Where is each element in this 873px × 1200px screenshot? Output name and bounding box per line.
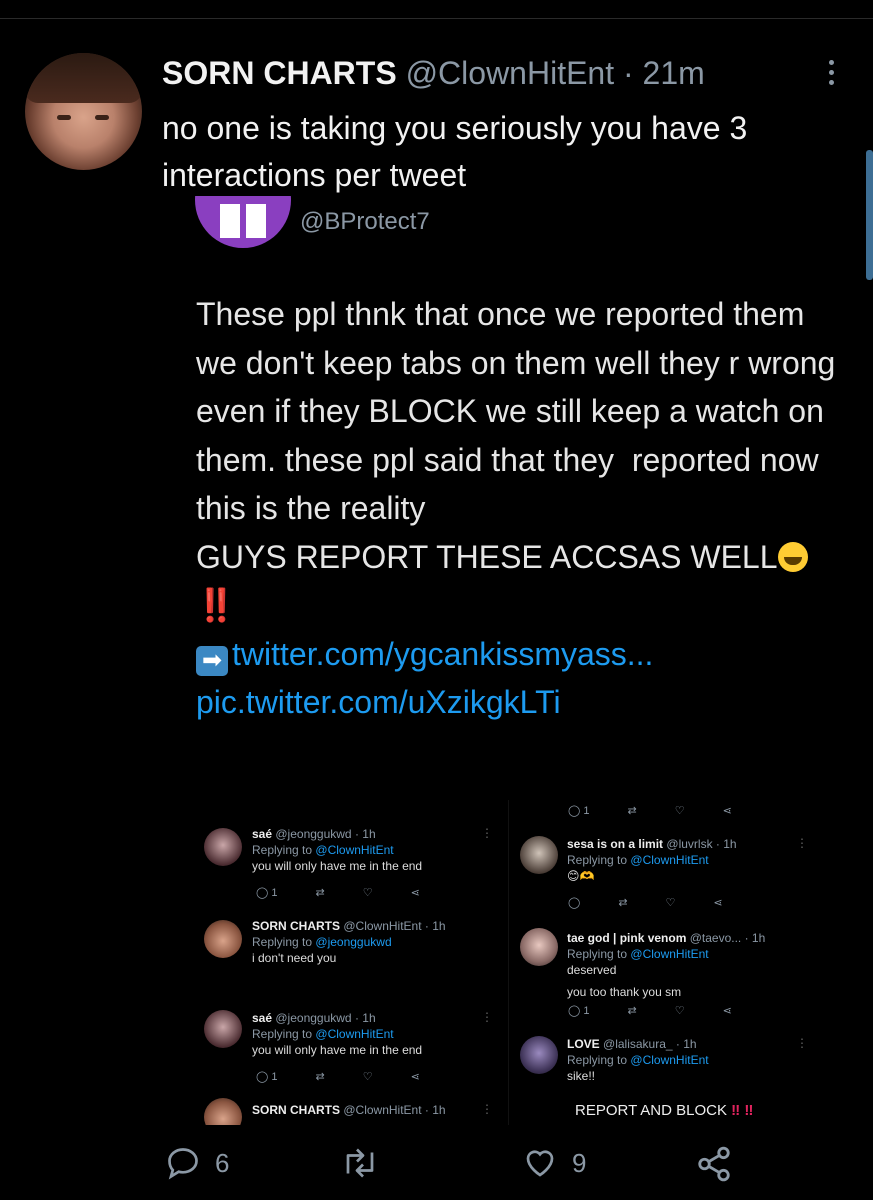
- mini-actions: ◯ 1 ⇄ ♡ ⋖: [568, 1005, 732, 1017]
- top-divider: [0, 18, 873, 19]
- embedded-screenshot: saé @jeonggukwd · 1h Replying to @ClownH…: [196, 800, 808, 1125]
- mini-actions: ◯ 1 ⇄ ♡ ⋖: [256, 1071, 420, 1083]
- report-text: REPORT AND BLOCK: [575, 1102, 727, 1119]
- avatar: [520, 836, 558, 874]
- like-button[interactable]: 9: [522, 1145, 586, 1181]
- user-handle[interactable]: @ClownHitEnt: [406, 55, 615, 91]
- retweet-button[interactable]: [340, 1145, 380, 1181]
- like-icon: [526, 1150, 554, 1177]
- quoted-avatar[interactable]: [195, 196, 291, 248]
- quoted-handle[interactable]: @BProtect7: [300, 208, 430, 236]
- reply-icon: [168, 1148, 198, 1180]
- avatar: [204, 828, 242, 866]
- timestamp[interactable]: 21m: [643, 55, 705, 91]
- reply-count: 6: [215, 1147, 230, 1178]
- right-arrow-icon: ➡: [196, 645, 228, 676]
- avatar: [204, 1098, 242, 1125]
- share-button[interactable]: [695, 1145, 733, 1183]
- avatar: [204, 920, 242, 958]
- scrollbar-thumb[interactable]: [866, 150, 873, 280]
- tweet-header: SORN CHARTS @ClownHitEnt · 21m: [162, 55, 705, 92]
- display-name[interactable]: SORN CHARTS: [162, 55, 397, 91]
- media-link[interactable]: pic.twitter.com/uXzikgkLTi: [196, 684, 561, 720]
- tweet-text: no one is taking you seriously you have …: [162, 110, 748, 193]
- more-icon[interactable]: [824, 60, 838, 85]
- like-count: 9: [572, 1147, 587, 1178]
- avatar: [520, 1036, 558, 1074]
- share-icon: [698, 1146, 730, 1182]
- retweet-icon: [346, 1148, 374, 1178]
- mini-actions: ◯ ⇄ ♡ ⋖: [568, 897, 723, 909]
- quoted-text: These ppl thnk that once we reported the…: [196, 296, 836, 575]
- avatar: [204, 1010, 242, 1048]
- grinning-emoji-icon: [777, 541, 808, 572]
- avatar: [520, 928, 558, 966]
- avatar[interactable]: [25, 53, 142, 170]
- mini-actions: ◯ 1 ⇄ ♡ ⋖: [568, 805, 732, 817]
- quoted-link[interactable]: twitter.com/ygcankissmyass...: [232, 636, 653, 672]
- separator: ·: [623, 55, 634, 91]
- double-exclamation: ‼️: [196, 587, 236, 623]
- mini-actions: ◯ 1 ⇄ ♡ ⋖: [256, 887, 420, 899]
- action-bar: 6 9: [0, 1145, 873, 1190]
- reply-button[interactable]: 6: [165, 1145, 229, 1181]
- quoted-tweet-body: These ppl thnk that once we reported the…: [196, 290, 836, 727]
